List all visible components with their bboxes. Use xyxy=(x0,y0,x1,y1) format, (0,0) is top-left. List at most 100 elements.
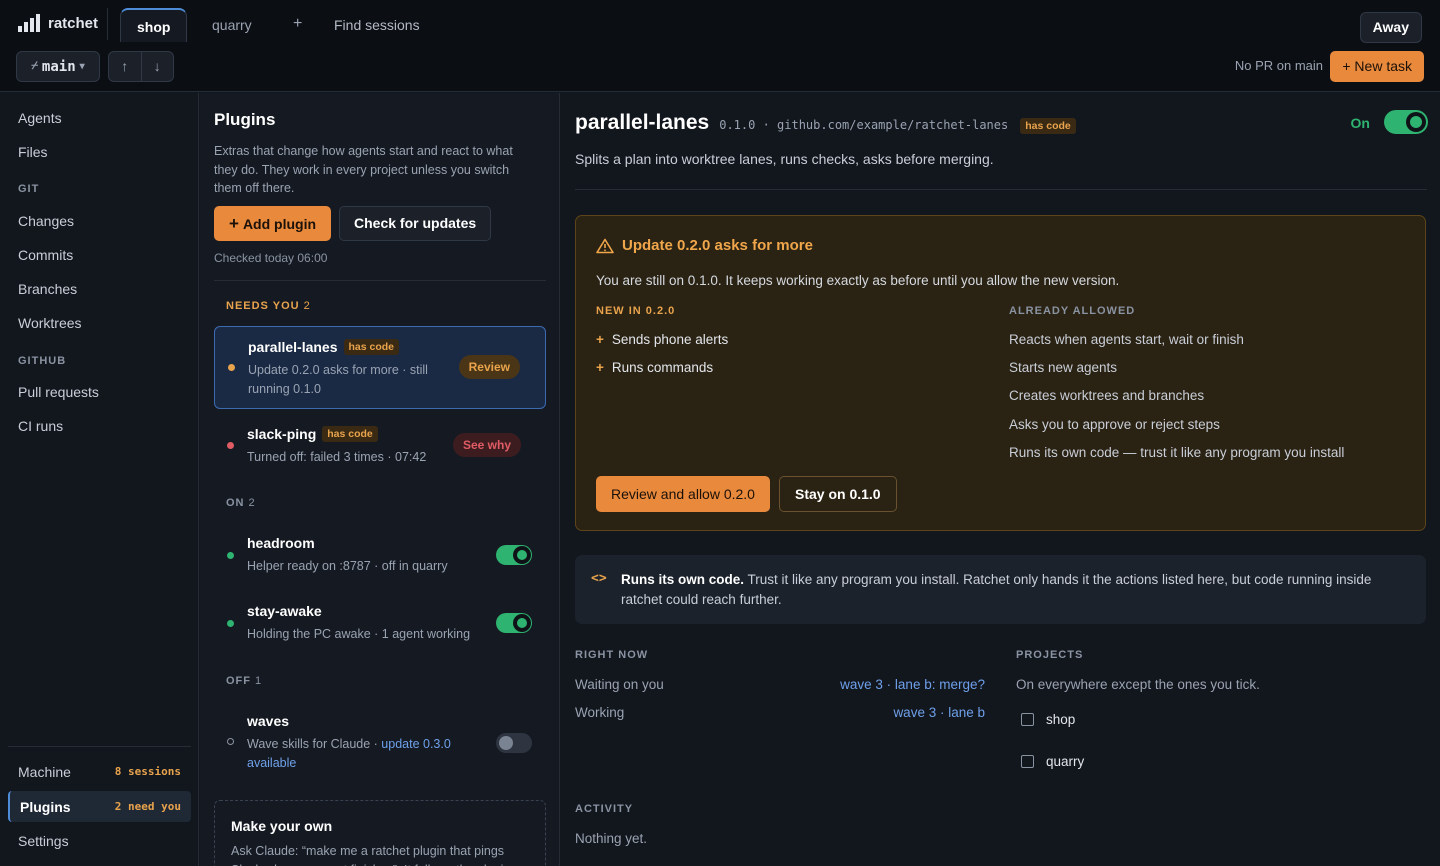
plugin-toggle[interactable] xyxy=(496,733,532,753)
update-notice: Update 0.2.0 asks for more You are still… xyxy=(575,215,1426,531)
plugin-status: Holding the PC awake · 1 agent working xyxy=(247,627,471,641)
arrow-up-button[interactable]: ↑ xyxy=(109,52,142,81)
detail-header: parallel-lanes 0.1.0 · github.com/exampl… xyxy=(575,111,1076,135)
update-title: Update 0.2.0 asks for more xyxy=(596,237,813,254)
arrow-down-button[interactable]: ↓ xyxy=(142,52,174,81)
plugin-card-parallel-lanes[interactable]: parallel-lanes has code Update 0.2.0 asks… xyxy=(214,326,546,409)
plugin-name: headroom xyxy=(247,535,315,551)
status-dot xyxy=(228,364,235,371)
app-logo[interactable]: ratchet xyxy=(18,14,98,32)
plugin-version-source: 0.1.0 · github.com/example/ratchet-lanes xyxy=(719,118,1009,132)
project-checkbox-shop[interactable] xyxy=(1021,713,1034,726)
new-permission: + Sends phone alerts xyxy=(596,332,729,347)
stay-on-version-button[interactable]: Stay on 0.1.0 xyxy=(779,476,897,512)
sidebar: Agents Files GIT Changes Commits Branche… xyxy=(0,93,199,866)
sidebar-item-machine[interactable]: Machine 8 sessions xyxy=(8,756,191,787)
add-tab-button[interactable]: + xyxy=(293,15,302,33)
sidebar-item-ci-runs[interactable]: CI runs xyxy=(18,418,63,434)
project-label: shop xyxy=(1046,712,1076,727)
plugin-enabled-toggle[interactable] xyxy=(1384,110,1428,134)
plus-icon: + xyxy=(596,360,604,375)
has-code-badge: has code xyxy=(343,339,400,355)
code-icon: <> xyxy=(591,571,607,586)
branch-selector[interactable]: ⌿ main ▾ xyxy=(16,51,100,82)
check-updates-button[interactable]: Check for updates xyxy=(339,206,492,241)
allowed-permission: Reacts when agents start, wait or finish xyxy=(1009,332,1244,347)
status-label: Working xyxy=(575,705,625,720)
plugin-status: Wave skills for Claude · update 0.3.0 av… xyxy=(247,737,451,770)
allowed-permission: Runs its own code — trust it like any pr… xyxy=(1009,445,1345,460)
plugin-card-waves[interactable]: waves Wave skills for Claude · update 0.… xyxy=(214,701,546,783)
branch-nav: ↑ ↓ xyxy=(108,51,174,82)
plugin-toggle[interactable] xyxy=(496,545,532,565)
sidebar-item-pull-requests[interactable]: Pull requests xyxy=(18,384,99,400)
sidebar-heading-git: GIT xyxy=(18,183,40,195)
project-checkbox-quarry[interactable] xyxy=(1021,755,1034,768)
sidebar-item-label: Settings xyxy=(18,832,69,849)
sidebar-item-label: Plugins xyxy=(20,798,71,815)
waiting-link[interactable]: wave 3 · lane b: merge? xyxy=(840,677,985,692)
sidebar-item-commits[interactable]: Commits xyxy=(18,247,73,263)
sidebar-item-plugins[interactable]: Plugins 2 need you xyxy=(8,791,191,822)
status-dot xyxy=(227,620,234,627)
panel-title: Plugins xyxy=(214,110,276,129)
new-heading: NEW IN 0.2.0 xyxy=(596,305,676,317)
tab-shop[interactable]: shop xyxy=(120,8,188,42)
find-sessions-link[interactable]: Find sessions xyxy=(334,17,420,33)
plugin-title: parallel-lanes xyxy=(575,111,710,134)
plugin-toggle[interactable] xyxy=(496,613,532,633)
plus-icon: + xyxy=(229,214,239,233)
divider xyxy=(107,8,108,40)
allowed-heading: ALREADY ALLOWED xyxy=(1009,305,1136,317)
tab-quarry[interactable]: quarry xyxy=(196,8,268,42)
runs-code-text: Runs its own code. Trust it like any pro… xyxy=(621,572,1372,607)
update-text: You are still on 0.1.0. It keeps working… xyxy=(596,273,1120,288)
sidebar-item-files[interactable]: Files xyxy=(18,144,48,160)
needs-you-heading: NEEDS YOU 2 xyxy=(226,300,311,312)
warning-icon xyxy=(596,238,614,253)
projects-heading: PROJECTS xyxy=(1016,649,1084,661)
allowed-permission: Asks you to approve or reject steps xyxy=(1009,417,1220,432)
plugin-status: Turned off: failed 3 times · 07:42 xyxy=(247,450,427,464)
needs-you-count: 2 need you xyxy=(114,800,181,813)
plugin-card-stay-awake[interactable]: stay-awake Holding the PC awake · 1 agen… xyxy=(214,592,546,654)
has-code-badge: has code xyxy=(1020,118,1076,134)
plugin-detail: parallel-lanes 0.1.0 · github.com/exampl… xyxy=(561,93,1440,866)
chevron-down-icon: ▾ xyxy=(79,61,85,72)
last-checked: Checked today 06:00 xyxy=(214,251,328,265)
away-button[interactable]: Away xyxy=(1359,12,1422,43)
divider xyxy=(214,280,546,281)
new-task-button[interactable]: + New task xyxy=(1330,51,1424,82)
working-link[interactable]: wave 3 · lane b xyxy=(893,705,985,720)
sidebar-item-changes[interactable]: Changes xyxy=(18,213,74,229)
app-name: ratchet xyxy=(48,14,99,32)
enabled-label: On xyxy=(1350,115,1370,131)
sessions-count: 8 sessions xyxy=(114,765,181,778)
top-bar: ratchet shop quarry + Find sessions Away… xyxy=(0,0,1440,92)
sidebar-item-branches[interactable]: Branches xyxy=(18,281,77,297)
status-dot xyxy=(227,738,234,745)
plugin-description: Splits a plan into worktree lanes, runs … xyxy=(575,151,994,167)
divider xyxy=(575,189,1427,190)
card-title: Make your own xyxy=(231,818,333,834)
project-label: quarry xyxy=(1046,754,1085,769)
plugins-panel: Plugins Extras that change how agents st… xyxy=(200,93,560,866)
review-button[interactable]: Review xyxy=(458,355,520,379)
new-permission: + Runs commands xyxy=(596,360,714,375)
make-your-own-card: Make your own Ask Claude: “make me a rat… xyxy=(214,800,546,866)
plugin-name-row: slack-ping has code xyxy=(247,426,378,442)
sidebar-item-worktrees[interactable]: Worktrees xyxy=(18,315,82,331)
allowed-permission: Starts new agents xyxy=(1009,360,1118,375)
plugin-card-slack-ping[interactable]: slack-ping has code Turned off: failed 3 … xyxy=(214,413,546,475)
sidebar-item-agents[interactable]: Agents xyxy=(18,110,62,126)
sidebar-item-settings[interactable]: Settings xyxy=(8,825,191,856)
review-allow-button[interactable]: Review and allow 0.2.0 xyxy=(596,476,770,512)
plugin-status: Update 0.2.0 asks for more · still runni… xyxy=(248,363,428,396)
add-plugin-button[interactable]: + Add plugin xyxy=(214,206,332,241)
see-why-button[interactable]: See why xyxy=(452,433,521,457)
button-label: Add plugin xyxy=(242,216,317,232)
plugin-name-row: parallel-lanes has code xyxy=(248,339,400,355)
plugin-card-headroom[interactable]: headroom Helper ready on :8787 · off in … xyxy=(214,523,546,585)
status-dot xyxy=(227,442,234,449)
card-text: Ask Claude: “make me a ratchet plugin th… xyxy=(231,844,510,866)
